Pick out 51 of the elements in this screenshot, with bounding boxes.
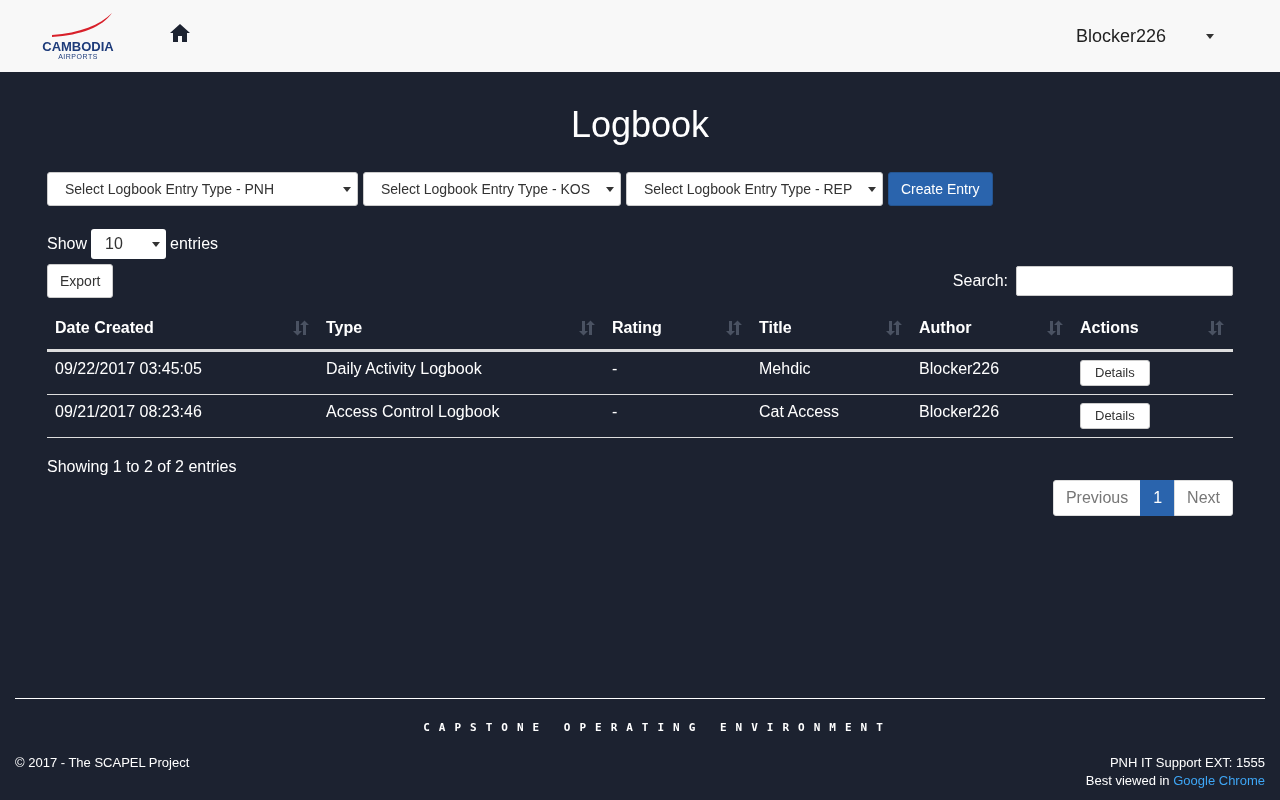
sort-icon[interactable] <box>725 320 743 337</box>
page-link[interactable]: 1 <box>1140 479 1176 516</box>
caret-icon <box>343 186 351 192</box>
footer-title: CAPSTONE OPERATING ENVIRONMENT <box>423 721 892 734</box>
user-menu[interactable]: Blocker226 <box>1075 25 1166 47</box>
column-header[interactable]: Date Created <box>55 319 154 338</box>
entries-select[interactable]: 10 <box>91 229 167 259</box>
table-cell: - <box>612 402 618 420</box>
page-link[interactable]: Next <box>1174 479 1233 516</box>
details-button[interactable]: Details <box>1080 402 1150 429</box>
search-field[interactable] <box>1016 266 1233 296</box>
page-link[interactable]: Previous <box>1052 479 1142 516</box>
support-text: PNH IT Support EXT: 1555 <box>1109 755 1265 770</box>
caret-icon <box>152 241 161 247</box>
column-header[interactable]: Author <box>919 319 972 338</box>
table-cell: Daily Activity Logbook <box>326 359 482 377</box>
column-header[interactable]: Type <box>326 319 363 338</box>
table-cell: Mehdic <box>759 359 811 377</box>
entry-type-select[interactable]: Select Logbook Entry Type - PNH <box>47 172 358 206</box>
home-icon[interactable] <box>170 24 190 42</box>
export-button[interactable]: Export <box>47 264 114 298</box>
create-entry-button[interactable]: Create Entry <box>888 172 993 206</box>
table-cell: 09/21/2017 08:23:46 <box>55 402 202 420</box>
column-header[interactable]: Rating <box>612 319 662 338</box>
table-cell: Access Control Logbook <box>326 402 500 420</box>
column-header[interactable]: Actions <box>1080 319 1139 338</box>
show-label: Show <box>47 235 88 253</box>
copyright-text: © 2017 - The SCAPEL Project <box>15 755 190 770</box>
entries-label: entries <box>170 235 219 253</box>
table-cell: Blocker226 <box>919 359 1000 377</box>
browser-link[interactable]: Google Chrome <box>1173 773 1265 788</box>
entry-type-select[interactable]: Select Logbook Entry Type - KOS <box>363 172 621 206</box>
entry-type-select[interactable]: Select Logbook Entry Type - REP <box>626 172 883 206</box>
table-cell: Cat Access <box>759 402 840 420</box>
sort-icon[interactable] <box>1207 320 1225 337</box>
column-header[interactable]: Title <box>759 319 792 338</box>
sort-icon[interactable] <box>1046 320 1064 337</box>
sort-icon[interactable] <box>292 320 310 337</box>
caret-icon <box>868 186 876 192</box>
sort-icon[interactable] <box>885 320 903 337</box>
entries-info: Showing 1 to 2 of 2 entries <box>47 457 238 476</box>
caret-icon <box>606 186 614 192</box>
table-cell: - <box>612 359 618 377</box>
page-title: Logbook <box>569 104 711 146</box>
table-cell: 09/22/2017 03:45:05 <box>55 359 202 377</box>
search-label: Search: <box>952 272 1008 290</box>
table-cell: Blocker226 <box>919 402 1000 420</box>
sort-icon[interactable] <box>578 320 596 337</box>
details-button[interactable]: Details <box>1080 359 1150 386</box>
best-viewed-text: Best viewed in <box>1085 773 1171 788</box>
caret-icon[interactable] <box>1206 33 1214 39</box>
